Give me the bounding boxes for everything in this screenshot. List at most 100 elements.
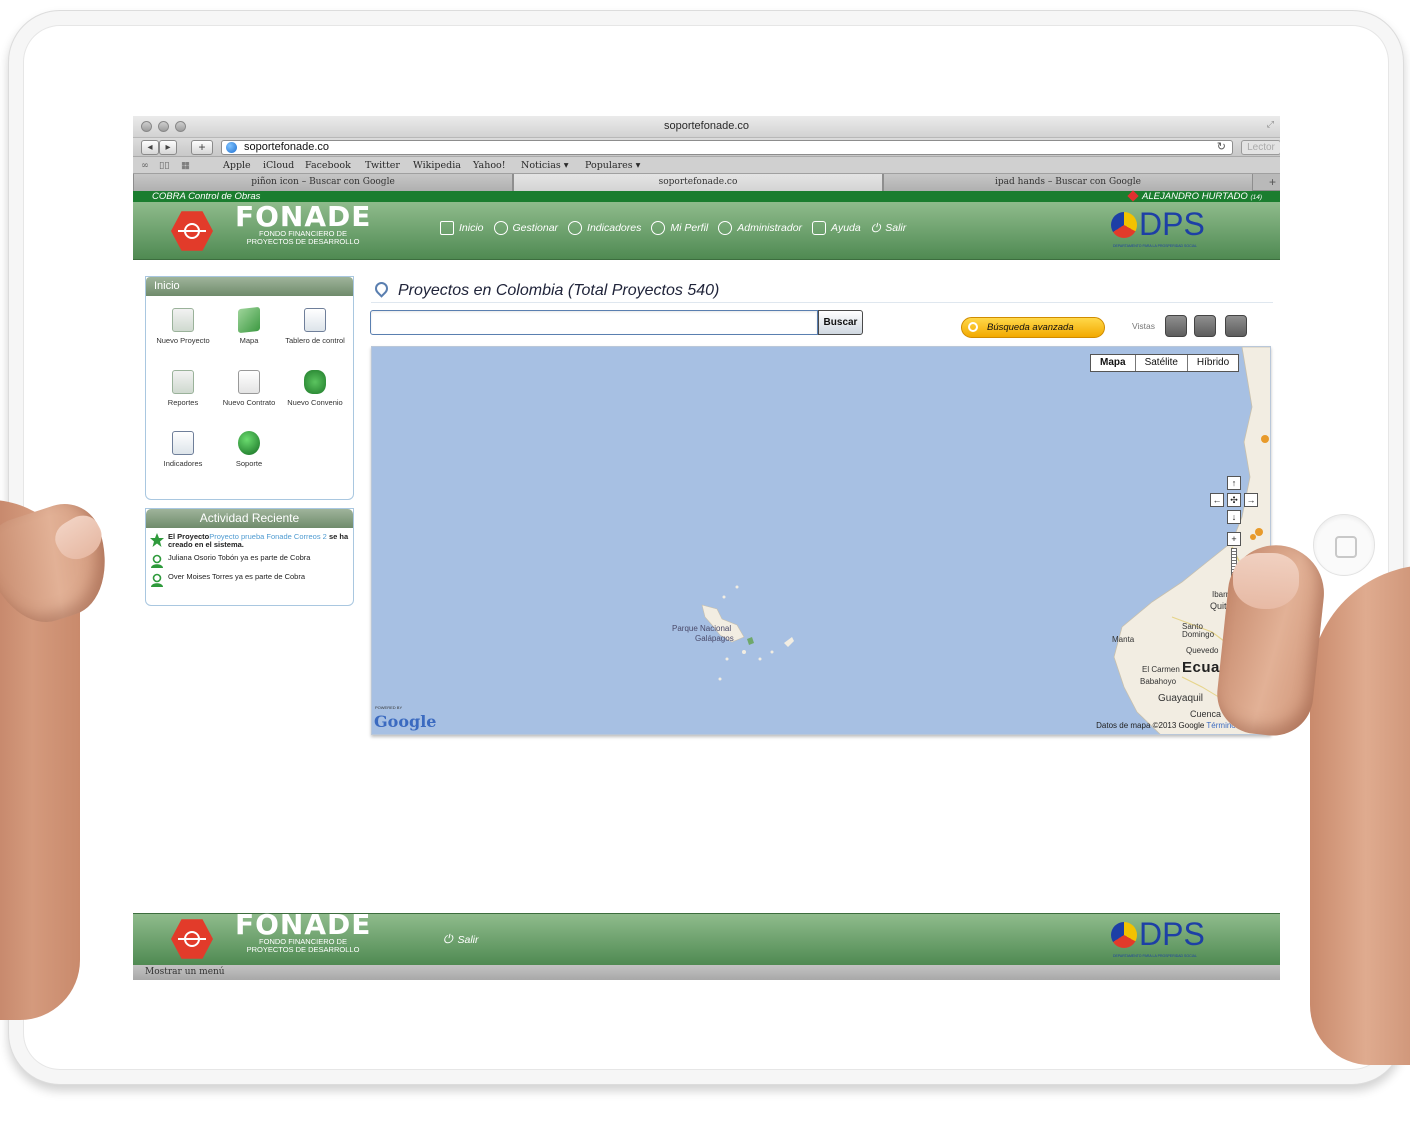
quick-mapa-label: Mapa: [239, 336, 259, 345]
map-type-mapa[interactable]: Mapa: [1091, 355, 1135, 371]
user-name-text: ALEJANDRO HURTADO: [1142, 191, 1248, 202]
quick-nuevo-proyecto-label: Nuevo Proyecto: [156, 336, 210, 345]
bookmark-populares[interactable]: Populares ▾: [585, 160, 640, 171]
ipad-home-button[interactable]: [1313, 514, 1375, 576]
bookmarks-icon[interactable]: ▯▯: [159, 160, 169, 171]
view-map-button[interactable]: [1165, 315, 1187, 337]
fonade-logo-icon[interactable]: [171, 211, 213, 251]
bookmark-yahoo[interactable]: Yahoo!: [473, 160, 506, 171]
map-label-park-2: Galápagos: [695, 634, 734, 643]
tab-soportefonade[interactable]: soportefonade.co: [513, 174, 883, 191]
nav-ayuda[interactable]: Ayuda: [812, 218, 861, 238]
globe-icon: [226, 142, 237, 153]
bookmark-icloud[interactable]: iCloud: [263, 160, 294, 171]
reading-list-icon[interactable]: ∞: [141, 160, 149, 171]
help-icon: [812, 221, 827, 235]
project-map[interactable]: Parque Nacional Galápagos Manta Santo Do…: [371, 346, 1271, 735]
user-count: (14): [1250, 194, 1262, 201]
map-label-el-carmen: El Carmen: [1142, 665, 1180, 674]
map-type-satelite[interactable]: Satélite: [1134, 355, 1187, 371]
inicio-panel-title: Inicio: [146, 277, 353, 296]
quick-nuevo-proyecto[interactable]: Nuevo Proyecto: [150, 308, 216, 362]
nav-gestionar-label: Gestionar: [512, 222, 559, 234]
nav-indicadores[interactable]: Indicadores: [568, 218, 641, 238]
bookmark-wikipedia[interactable]: Wikipedia: [413, 160, 461, 171]
nav-administrador[interactable]: Administrador: [718, 218, 802, 238]
user-icon: [1127, 190, 1139, 202]
reader-button[interactable]: Lector: [1241, 140, 1280, 155]
zoom-out-icon[interactable]: −: [1227, 705, 1241, 719]
nav-inicio-label: Inicio: [459, 222, 484, 234]
footer-fonade-logo-icon[interactable]: [171, 919, 213, 959]
zoom-slider[interactable]: [1231, 548, 1237, 703]
dps-logo-subtitle: DEPARTAMENTO PARA LA PROSPERIDAD SOCIAL: [1113, 244, 1197, 248]
new-tab-button[interactable]: +: [1269, 175, 1276, 189]
footer-power-icon: ⏻: [443, 932, 453, 946]
magnifier-icon: [968, 322, 978, 332]
search-button[interactable]: Buscar: [818, 310, 863, 335]
address-bar[interactable]: soportefonade.co ↻: [221, 140, 1233, 155]
footer-logout-label: Salir: [457, 933, 479, 946]
new-project-icon: [172, 308, 194, 332]
quick-soporte[interactable]: Soporte: [216, 431, 282, 485]
fonade-logo-subtitle: FONDO FINANCIERO DE PROYECTOS DE DESARRO…: [237, 230, 369, 246]
dps-logo[interactable]: DPS: [1111, 206, 1205, 243]
map-label-santo-domingo: Santo Domingo: [1182, 622, 1215, 639]
quick-nuevo-contrato[interactable]: Nuevo Contrato: [216, 369, 282, 424]
bookmark-apple[interactable]: Apple: [223, 160, 251, 171]
nav-salir[interactable]: ⏻ Salir: [871, 218, 907, 238]
footer-dps-logo-text: DPS: [1139, 916, 1205, 952]
reports-icon: [172, 369, 194, 394]
quick-actions-grid: Nuevo Proyecto Mapa Tablero de control R…: [146, 296, 353, 499]
nav-inicio[interactable]: Inicio: [440, 218, 484, 238]
quick-nuevo-convenio[interactable]: Nuevo Convenio: [282, 369, 348, 424]
activity-text: Over Moises Torres ya es parte de Cobra: [168, 572, 306, 581]
reload-icon[interactable]: ↻: [1217, 141, 1226, 154]
footer-dps-logo-icon: [1111, 921, 1137, 948]
tab-pinon-icon[interactable]: piñon icon – Buscar con Google: [133, 174, 513, 191]
new-contract-icon: [238, 369, 260, 394]
map-icon: [238, 306, 260, 334]
map-label-quevedo: Quevedo: [1186, 646, 1219, 655]
quick-reportes[interactable]: Reportes: [150, 369, 216, 424]
zoom-in-icon[interactable]: +: [1227, 532, 1241, 546]
footer-dps-logo[interactable]: DPS: [1111, 916, 1205, 953]
dashboard-icon: [304, 308, 326, 332]
quick-mapa[interactable]: Mapa: [216, 306, 282, 362]
add-bookmark-button[interactable]: +: [191, 140, 213, 155]
advanced-search-button[interactable]: Búsqueda avanzada: [961, 317, 1105, 338]
fonade-sub-line-2: PROYECTOS DE DESARROLLO: [246, 237, 360, 246]
manage-icon: [493, 221, 508, 235]
bookmark-facebook[interactable]: Facebook: [305, 160, 351, 171]
quick-indicadores[interactable]: Indicadores: [150, 431, 216, 485]
search-input[interactable]: [370, 310, 818, 335]
fullscreen-icon[interactable]: ⤢: [1267, 119, 1274, 130]
pan-right-icon[interactable]: →: [1244, 493, 1258, 507]
google-logo[interactable]: Google: [374, 712, 436, 731]
pan-down-icon[interactable]: ↓: [1227, 510, 1241, 524]
bookmark-noticias[interactable]: Noticias ▾: [521, 160, 569, 171]
top-sites-icon[interactable]: ▦: [181, 160, 190, 171]
pan-left-icon[interactable]: ←: [1210, 493, 1224, 507]
view-list-button[interactable]: [1225, 315, 1247, 337]
pan-up-icon[interactable]: ↑: [1227, 476, 1241, 490]
nav-mi-perfil[interactable]: Mi Perfil: [651, 218, 708, 238]
star-icon: [150, 533, 164, 547]
tab-ipad-hands[interactable]: ipad hands – Buscar con Google: [883, 174, 1253, 191]
map-canvas: [701, 347, 1270, 734]
map-type-hibrido[interactable]: Híbrido: [1186, 355, 1238, 371]
address-text: soportefonade.co: [244, 141, 330, 153]
map-terms-link[interactable]: Términos de uso: [1206, 721, 1266, 730]
dps-logo-icon: [1111, 211, 1137, 238]
browser-window: soportefonade.co ⤢ ◂ ▸ + soportefonade.c…: [133, 116, 1280, 980]
footer-logout-link[interactable]: ⏻ Salir: [443, 932, 479, 947]
back-button[interactable]: ◂: [141, 140, 159, 155]
pan-center-icon[interactable]: ✣: [1227, 493, 1241, 507]
forward-button[interactable]: ▸: [159, 140, 177, 155]
bookmarks-bar: ∞ ▯▯ ▦ Apple iCloud Facebook Twitter Wik…: [133, 157, 1280, 174]
app-footer: FONADE FONDO FINANCIERO DE PROYECTOS DE …: [133, 908, 1280, 965]
bookmark-twitter[interactable]: Twitter: [365, 160, 400, 171]
view-grid-button[interactable]: [1194, 315, 1216, 337]
quick-tablero[interactable]: Tablero de control: [282, 308, 348, 362]
nav-gestionar[interactable]: Gestionar: [493, 218, 559, 238]
